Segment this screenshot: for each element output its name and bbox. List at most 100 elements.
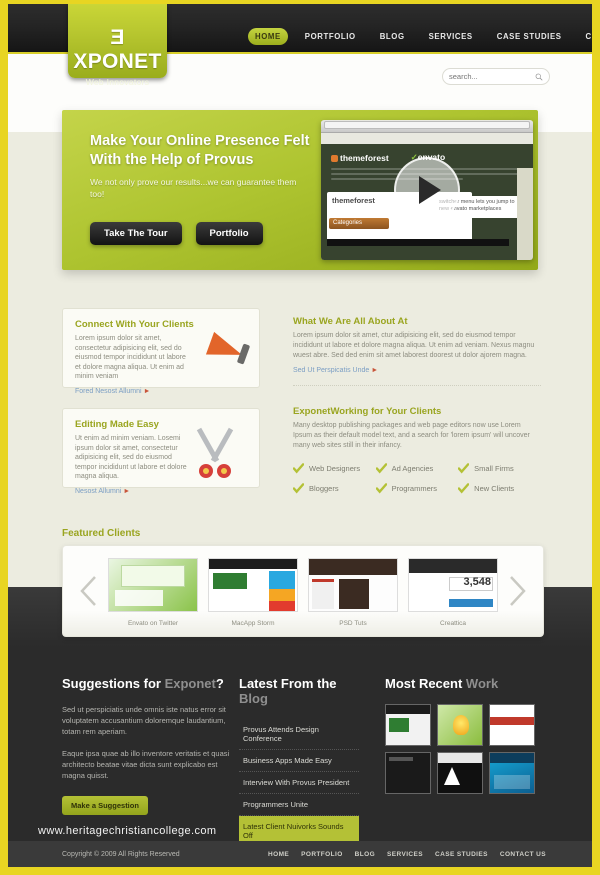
carousel-next-arrow-icon[interactable] xyxy=(506,574,528,608)
scissors-icon xyxy=(196,427,234,478)
client-caption: Envato on Twitter xyxy=(127,620,179,627)
client-thumbnail xyxy=(108,558,198,612)
nav-item-case-studies[interactable]: CASE STUDIES xyxy=(490,28,569,45)
client-caption: Creattica xyxy=(439,620,466,627)
portfolio-button[interactable]: Portfolio xyxy=(195,222,263,245)
checklist-label: New Clients xyxy=(474,484,515,493)
hero-video-thumbnail[interactable]: themeforest ✓envato themeforest Categori… xyxy=(321,120,533,260)
page-root: HOME PORTFOLIO BLOG SERVICES CASE STUDIES CON… xyxy=(0,0,600,875)
client-item[interactable]: 3,548 Creattica xyxy=(408,558,498,627)
make-a-suggestion-button[interactable]: Make a Suggestion xyxy=(62,796,148,815)
footer-nav-item-contact-us[interactable]: CONTACT US xyxy=(500,851,546,858)
site-logo[interactable]: EXPONET Web Innovators xyxy=(68,4,167,87)
blog-list-item[interactable]: Provus Attends Design Conference xyxy=(239,719,359,750)
suggestions-title: Suggestions for Exponet? xyxy=(62,676,224,691)
check-mark-icon xyxy=(293,483,304,494)
footer-nav-item-services[interactable]: SERVICES xyxy=(387,851,423,858)
work-thumb-rockable[interactable] xyxy=(437,752,483,794)
working-title: ExponetWorking for Your Clients xyxy=(293,406,442,417)
working-body: Many desktop publishing packages and web… xyxy=(293,422,530,449)
checklist-item: Web Designers xyxy=(293,463,376,474)
suggestions-paragraph-1: Sed ut perspiciatis unde omnis iste natu… xyxy=(62,705,226,736)
about-body: Lorem ipsum dolor sit amet, ctur adipisi… xyxy=(293,332,535,359)
feature-box-connect: Connect With Your Clients Lorem ipsum do… xyxy=(62,308,260,395)
main-navigation: HOMEPORTFOLIOBLOGSERVICESCASE STUDIESCON… xyxy=(248,28,600,45)
blog-list-item[interactable]: Interview With Provus President xyxy=(239,772,359,794)
client-stat-badge: 3,548 xyxy=(463,576,491,588)
blog-list-item[interactable]: Programmers Unite xyxy=(239,794,359,816)
search-box[interactable] xyxy=(442,68,550,85)
feature-link[interactable]: Fored Nesost Allumni ► xyxy=(75,388,150,395)
footer-nav-item-case-studies[interactable]: CASE STUDIES xyxy=(435,851,488,858)
client-item[interactable]: MacApp Storm xyxy=(208,558,298,627)
feature-link[interactable]: Nesost Allumni ► xyxy=(75,488,130,495)
footer-nav-item-portfolio[interactable]: PORTFOLIO xyxy=(301,851,343,858)
watermark-text: www.heritagechristiancollege.com xyxy=(38,825,217,837)
nav-item-blog[interactable]: BLOG xyxy=(373,28,412,45)
nav-item-services[interactable]: SERVICES xyxy=(422,28,480,45)
client-item[interactable]: PSD Tuts xyxy=(308,558,398,627)
client-thumbnail xyxy=(208,558,298,612)
categories-button[interactable]: Categories xyxy=(329,218,389,229)
suggestions-column: Suggestions for Exponet? Sed ut perspici… xyxy=(62,676,232,815)
footer-nav-item-blog[interactable]: BLOG xyxy=(355,851,375,858)
working-section: ExponetWorking for Your Clients Many des… xyxy=(293,406,541,503)
check-mark-icon xyxy=(375,483,387,494)
about-link[interactable]: Sed Ut Perspicatis Unde ► xyxy=(293,367,378,374)
work-thumb-fabium[interactable] xyxy=(489,752,535,794)
page-frame-right xyxy=(592,0,600,875)
nav-item-portfolio[interactable]: PORTFOLIO xyxy=(298,28,363,45)
client-caption: PSD Tuts xyxy=(339,620,367,627)
blog-column: Latest From the Blog Provus Attends Desi… xyxy=(239,676,359,846)
featured-clients-title: Featured Clients xyxy=(62,528,141,539)
checklist-item: Small Firms xyxy=(458,463,541,474)
client-type-checklist: Web Designers Ad Agencies Small Firms Blogg… xyxy=(293,463,541,503)
check-mark-icon xyxy=(375,463,387,474)
hero-title: Make Your Online Presence Felt With the … xyxy=(90,133,310,168)
client-thumbnail xyxy=(308,558,398,612)
carousel-prev-arrow-icon[interactable] xyxy=(78,574,100,608)
check-mark-icon xyxy=(293,463,304,474)
logo-rest: XPONET xyxy=(73,50,162,73)
check-mark-icon xyxy=(458,463,470,474)
page-frame-bottom xyxy=(0,867,600,875)
checklist-label: Web Designers xyxy=(309,464,361,473)
check-mark-icon xyxy=(458,483,470,494)
logo-wordmark: EXPONET xyxy=(68,26,167,74)
search-input[interactable] xyxy=(449,72,535,81)
checklist-label: Bloggers xyxy=(309,484,339,493)
nav-item-home[interactable]: HOME xyxy=(248,28,288,45)
client-item[interactable]: Envato on Twitter xyxy=(108,558,198,627)
blog-list-item[interactable]: Business Apps Made Easy xyxy=(239,750,359,772)
work-thumb-lightbulb[interactable] xyxy=(437,704,483,746)
hero-buttons: Take The Tour Portfolio xyxy=(90,222,263,245)
search-icon[interactable] xyxy=(535,72,543,82)
work-thumb-dark-site[interactable] xyxy=(385,752,431,794)
feature-body: Ut enim ad minim veniam. Losemi ipsum do… xyxy=(75,435,187,480)
feature-body: Lorem ipsum dolor sit amet, consectetur … xyxy=(75,335,186,380)
client-caption: MacApp Storm xyxy=(231,620,275,627)
copyright-text: Copyright © 2009 All Rights Reserved xyxy=(62,850,180,858)
about-title: What We Are All About At xyxy=(293,316,408,327)
checklist-label: Small Firms xyxy=(474,464,514,473)
feature-box-editing: Editing Made Easy Ut enim ad minim venia… xyxy=(62,408,260,495)
blog-title: Latest From the Blog xyxy=(239,676,337,706)
work-thumb-macappstorm[interactable] xyxy=(385,704,431,746)
footer-bottom-bar: Copyright © 2009 All Rights Reserved HOM… xyxy=(8,841,592,867)
take-the-tour-button[interactable]: Take The Tour xyxy=(90,222,182,245)
video-progress-bar xyxy=(327,239,509,246)
video-side-panel xyxy=(517,168,533,260)
recent-work-column: Most Recent Work xyxy=(385,676,545,794)
footer-nav-item-home[interactable]: HOME xyxy=(268,851,289,858)
hero-subtitle: We not only prove our results...we can g… xyxy=(90,177,297,199)
blog-post-list: Provus Attends Design Conference Business… xyxy=(239,719,359,846)
checklist-label: Ad Agencies xyxy=(391,464,434,473)
play-button[interactable] xyxy=(394,157,460,223)
about-section: What We Are All About At Lorem ipsum dol… xyxy=(293,316,541,386)
client-thumbnail: 3,548 xyxy=(408,558,498,612)
section-divider xyxy=(293,385,541,386)
checklist-label: Programmers xyxy=(391,484,438,493)
recent-work-grid xyxy=(385,704,537,794)
work-thumb-creattica[interactable] xyxy=(489,704,535,746)
logo-tagline: Web Innovators xyxy=(85,77,150,87)
